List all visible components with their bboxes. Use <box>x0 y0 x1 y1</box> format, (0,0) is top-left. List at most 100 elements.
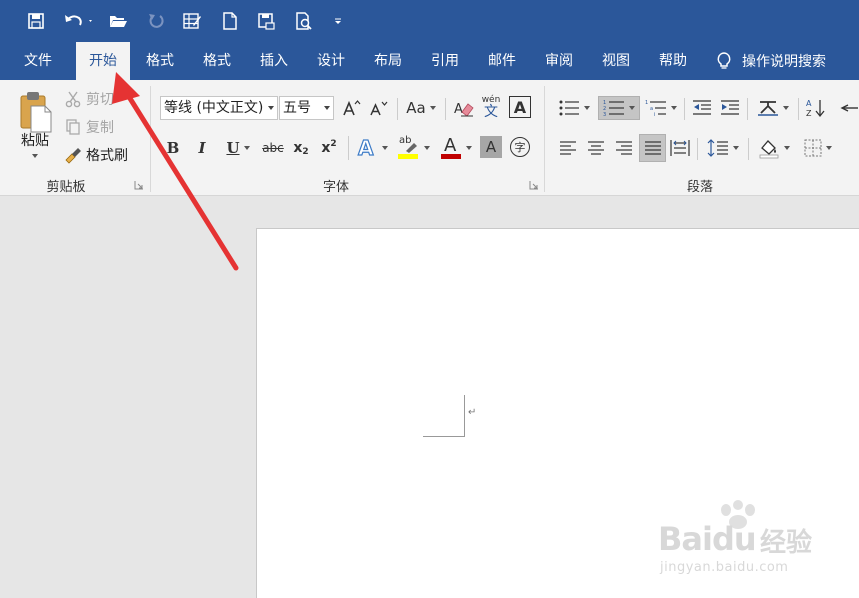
sort-icon[interactable]: AZ <box>804 96 828 120</box>
tab-insert[interactable]: 插入 <box>248 42 300 80</box>
clear-formatting-icon[interactable]: A <box>452 96 476 120</box>
phonetic-guide-button[interactable]: wén 文 <box>479 94 503 120</box>
svg-text:A: A <box>454 102 463 117</box>
watermark-brand: Baidu <box>658 520 757 558</box>
highlight-button[interactable]: ab <box>393 134 433 162</box>
decrease-indent-icon[interactable] <box>690 96 714 120</box>
subscript-mark: 2 <box>302 147 309 157</box>
font-dialog-launcher-icon[interactable] <box>529 180 539 190</box>
asian-layout-button[interactable] <box>753 96 793 120</box>
paste-label[interactable]: 粘贴 <box>14 130 56 150</box>
distributed-icon[interactable] <box>668 136 692 160</box>
font-inner-separator <box>445 98 446 120</box>
tell-me-search[interactable]: 操作说明搜索 <box>716 42 826 80</box>
align-left-icon[interactable] <box>556 136 580 160</box>
tab-view[interactable]: 视图 <box>590 42 642 80</box>
increase-indent-icon[interactable] <box>718 96 742 120</box>
tab-file[interactable]: 文件 <box>10 42 66 80</box>
tab-home[interactable]: 开始 <box>76 42 130 80</box>
justify-icon[interactable] <box>639 134 666 162</box>
copy-icon <box>64 117 82 137</box>
enclose-characters-icon: 字 <box>510 137 530 157</box>
ribbon-tabs: 文件 开始 格式 格式 插入 设计 布局 引用 邮件 审阅 视图 帮助 操作说明… <box>0 42 859 80</box>
grow-font-icon[interactable] <box>340 96 362 120</box>
paste-dropdown-arrow[interactable] <box>29 152 41 160</box>
tab-mailings[interactable]: 邮件 <box>476 42 528 80</box>
underline-label: U <box>226 139 240 157</box>
borders-button[interactable] <box>798 136 838 160</box>
save-as-icon[interactable] <box>254 9 278 33</box>
paragraph-inner-separator <box>747 98 748 120</box>
copy-button[interactable]: 复制 <box>86 117 120 137</box>
paint-bucket-icon <box>759 140 779 159</box>
bullets-button[interactable] <box>554 96 594 120</box>
paragraph-mark: ↵ <box>468 407 477 418</box>
paragraph-inner-separator <box>798 98 799 120</box>
svg-text:a: a <box>650 106 653 112</box>
tab-design[interactable]: 设计 <box>305 42 357 80</box>
multilevel-list-button[interactable]: 1ai <box>643 96 679 120</box>
scissors-icon <box>64 89 82 109</box>
bold-button[interactable]: B <box>163 136 183 160</box>
paste-icon[interactable] <box>14 88 56 136</box>
print-preview-icon[interactable] <box>292 9 316 33</box>
text-effects-icon: A <box>357 136 374 160</box>
format-painter-button[interactable]: 格式刷 <box>86 145 136 165</box>
tab-layout[interactable]: 布局 <box>362 42 414 80</box>
text-effects-button[interactable]: A <box>354 134 390 162</box>
multilevel-list-icon: 1ai <box>645 100 666 117</box>
tab-help[interactable]: 帮助 <box>647 42 699 80</box>
font-size-value: 五号 <box>283 100 311 116</box>
svg-text:A: A <box>806 99 812 108</box>
font-color-icon: A <box>440 135 462 161</box>
open-folder-icon[interactable] <box>106 9 130 33</box>
new-document-icon[interactable] <box>218 9 242 33</box>
paragraph-shading-button[interactable] <box>754 134 794 162</box>
align-center-icon[interactable] <box>584 136 608 160</box>
character-border-icon[interactable]: A <box>509 96 531 118</box>
character-shading-button[interactable]: A <box>480 136 502 158</box>
font-size-combo[interactable]: 五号 <box>279 96 334 120</box>
italic-button[interactable]: I <box>192 136 212 160</box>
align-right-icon[interactable] <box>612 136 636 160</box>
save-icon[interactable] <box>24 9 48 33</box>
highlighter-icon: ab <box>396 135 420 161</box>
enclose-characters-button[interactable]: 字 <box>508 135 532 159</box>
tab-review[interactable]: 审阅 <box>533 42 585 80</box>
svg-text:1: 1 <box>645 100 648 106</box>
numbering-button[interactable]: 123 <box>598 96 640 120</box>
subscript-base: x <box>293 140 303 156</box>
font-color-button[interactable]: A <box>436 134 476 162</box>
line-spacing-button[interactable] <box>703 136 743 160</box>
highlight-color-bar <box>398 154 418 159</box>
borders-icon <box>804 139 822 157</box>
quick-access-toolbar <box>0 0 859 42</box>
asian-layout-icon <box>758 101 778 116</box>
superscript-base: x <box>321 140 331 156</box>
format-painter-icon <box>64 145 82 165</box>
shrink-font-icon[interactable] <box>367 96 389 120</box>
font-name-combo[interactable]: 等线 (中文正文) <box>160 96 278 120</box>
cut-button[interactable]: 剪切 <box>86 89 120 109</box>
show-marks-icon[interactable] <box>840 96 859 120</box>
table-edit-icon[interactable] <box>180 9 204 33</box>
strikethrough-button[interactable]: abc <box>260 136 286 160</box>
font-name-value: 等线 (中文正文) <box>164 100 264 116</box>
customize-qat-icon[interactable] <box>328 9 348 33</box>
tell-me-label: 操作说明搜索 <box>742 54 826 70</box>
superscript-button[interactable]: x2 <box>317 136 341 160</box>
redo-icon[interactable] <box>144 9 168 33</box>
phonetic-bottom-label: 文 <box>484 103 498 120</box>
tab-format-1[interactable]: 格式 <box>134 42 186 80</box>
subscript-button[interactable]: x2 <box>289 136 313 160</box>
tab-format-2[interactable]: 格式 <box>191 42 243 80</box>
svg-text:i: i <box>654 112 655 117</box>
underline-button[interactable]: U <box>219 136 257 160</box>
font-inner-separator <box>397 98 398 120</box>
undo-icon[interactable] <box>62 9 96 33</box>
font-group-label: 字体 <box>322 180 349 195</box>
change-case-button[interactable]: Aa <box>403 96 439 120</box>
clipboard-dialog-launcher-icon[interactable] <box>134 180 144 190</box>
tab-references[interactable]: 引用 <box>419 42 471 80</box>
ribbon-home: 粘贴 剪切 复制 格式刷 剪贴板 等线 (中文正文) 五号 Aa A wén 文… <box>0 80 859 196</box>
